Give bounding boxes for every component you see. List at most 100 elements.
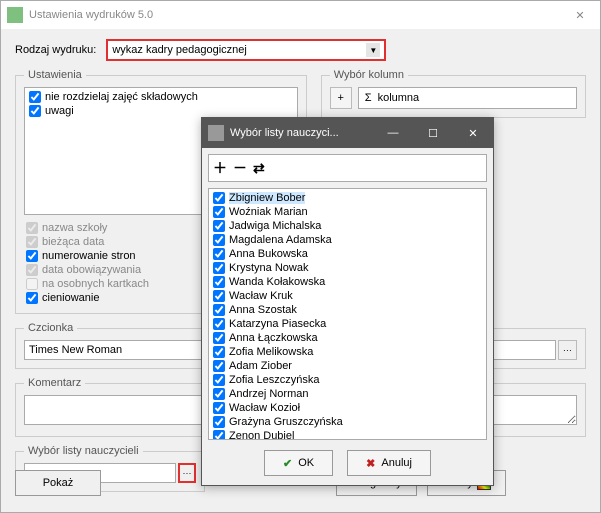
check-label: nazwa szkoły xyxy=(42,222,107,234)
teacher-item[interactable]: Zofia Leszczyńska xyxy=(211,373,484,387)
teacher-checkbox[interactable] xyxy=(213,290,225,302)
teacher-item[interactable]: Woźniak Marian xyxy=(211,205,484,219)
teacher-name: Anna Łączkowska xyxy=(229,332,318,344)
teacher-name: Krystyna Nowak xyxy=(229,262,308,274)
checkbox xyxy=(26,236,38,248)
teacher-name: Anna Szostak xyxy=(229,304,297,316)
teacher-name: Adam Ziober xyxy=(229,360,292,372)
teacher-item[interactable]: Magdalena Adamska xyxy=(211,233,484,247)
teacher-name: Zenon Dubiel xyxy=(229,430,294,440)
teacher-name: Anna Bukowska xyxy=(229,248,308,260)
teacher-name: Grażyna Gruszczyńska xyxy=(229,416,343,428)
teacher-item[interactable]: Jadwiga Michalska xyxy=(211,219,484,233)
teacher-checkbox[interactable] xyxy=(213,402,225,414)
settings-upper-item[interactable]: nie rozdzielaj zajęć składowych xyxy=(27,90,295,104)
main-titlebar: Ustawienia wydruków 5.0 ✕ xyxy=(1,1,600,29)
teacher-name: Zofia Leszczyńska xyxy=(229,374,319,386)
cancel-icon: ✖ xyxy=(366,457,375,470)
teacher-checkbox[interactable] xyxy=(213,262,225,274)
teacher-name: Wanda Kołakowska xyxy=(229,276,325,288)
teacher-name: Magdalena Adamska xyxy=(229,234,332,246)
teacher-item[interactable]: Zenon Dubiel xyxy=(211,429,484,440)
teacher-item[interactable]: Wacław Kozioł xyxy=(211,401,484,415)
teacher-list-dialog: Wybór listy nauczyci... — ☐ ✕ ＋ － ⇄ Zbig… xyxy=(201,117,494,486)
dialog-maximize-button[interactable]: ☐ xyxy=(413,119,453,147)
teacher-checkbox[interactable] xyxy=(213,388,225,400)
teacher-checklist[interactable]: Zbigniew Bober Woźniak Marian Jadwiga Mich… xyxy=(208,188,487,440)
teacher-item[interactable]: Grażyna Gruszczyńska xyxy=(211,415,484,429)
columns-group: Wybór kolumn + Σ kolumna xyxy=(321,69,586,118)
chevron-down-icon: ▼ xyxy=(366,43,380,57)
font-browse-button[interactable]: ··· xyxy=(558,340,577,360)
teacher-checkbox[interactable] xyxy=(213,206,225,218)
settings-upper-item[interactable]: uwagi xyxy=(27,104,295,118)
teacher-checkbox[interactable] xyxy=(213,374,225,386)
teacher-checkbox[interactable] xyxy=(213,220,225,232)
teacher-item[interactable]: Anna Szostak xyxy=(211,303,484,317)
teacher-checkbox[interactable] xyxy=(213,360,225,372)
teacher-checkbox[interactable] xyxy=(213,276,225,288)
teacher-name: Jadwiga Michalska xyxy=(229,220,321,232)
teacher-checkbox[interactable] xyxy=(213,318,225,330)
teacher-item[interactable]: Katarzyna Piasecka xyxy=(211,317,484,331)
teacher-item[interactable]: Anna Łączkowska xyxy=(211,331,484,345)
show-button[interactable]: Pokaż xyxy=(15,470,101,496)
teacher-item[interactable]: Andrzej Norman xyxy=(211,387,484,401)
teacher-checkbox[interactable] xyxy=(213,332,225,344)
main-title: Ustawienia wydruków 5.0 xyxy=(29,9,153,21)
teacher-checkbox[interactable] xyxy=(213,234,225,246)
app-icon xyxy=(7,7,23,23)
teacher-name: Wacław Kruk xyxy=(229,290,293,302)
teacher-name: Andrzej Norman xyxy=(229,388,308,400)
invert-selection-button[interactable]: ⇄ xyxy=(253,160,265,177)
teacher-name: Zofia Melikowska xyxy=(229,346,313,358)
teacher-checkbox[interactable] xyxy=(213,304,225,316)
check-icon: ✔ xyxy=(283,457,292,470)
checkbox[interactable] xyxy=(26,292,38,304)
teacher-item[interactable]: Wanda Kołakowska xyxy=(211,275,484,289)
dialog-icon xyxy=(208,125,224,141)
check-label: bieżąca data xyxy=(42,236,104,248)
checkbox xyxy=(26,222,38,234)
teacher-name: Woźniak Marian xyxy=(229,206,308,218)
dialog-minimize-button[interactable]: — xyxy=(373,119,413,147)
select-all-button[interactable]: ＋ xyxy=(213,158,227,178)
teacher-checkbox[interactable] xyxy=(213,346,225,358)
checkbox xyxy=(26,278,38,290)
close-button[interactable]: ✕ xyxy=(560,1,600,29)
settings-legend: Ustawienia xyxy=(24,69,86,81)
add-column-button[interactable]: + xyxy=(330,87,352,109)
checkbox xyxy=(26,264,38,276)
dialog-title: Wybór listy nauczyci... xyxy=(230,127,339,139)
teacher-item[interactable]: Zofia Melikowska xyxy=(211,345,484,359)
checkbox[interactable] xyxy=(26,250,38,262)
teacher-item[interactable]: Wacław Kruk xyxy=(211,289,484,303)
deselect-all-button[interactable]: － xyxy=(233,158,247,178)
teacher-item[interactable]: Zbigniew Bober xyxy=(211,191,484,205)
teacher-item[interactable]: Anna Bukowska xyxy=(211,247,484,261)
cancel-button[interactable]: ✖Anuluj xyxy=(347,450,431,476)
ok-button[interactable]: ✔OK xyxy=(264,450,333,476)
printout-type-combo[interactable]: wykaz kadry pedagogicznej ▼ xyxy=(106,39,386,61)
columns-legend: Wybór kolumn xyxy=(330,69,408,81)
teacher-name: Zbigniew Bober xyxy=(229,192,305,204)
dialog-titlebar: Wybór listy nauczyci... — ☐ ✕ xyxy=(202,118,493,148)
font-legend: Czcionka xyxy=(24,322,77,334)
teacher-checkbox[interactable] xyxy=(213,192,225,204)
check-label: uwagi xyxy=(45,105,74,117)
check-label: nie rozdzielaj zajęć składowych xyxy=(45,91,198,103)
comment-legend: Komentarz xyxy=(24,377,85,389)
teacher-checkbox[interactable] xyxy=(213,416,225,428)
teacher-checkbox[interactable] xyxy=(213,430,225,440)
teacher-item[interactable]: Adam Ziober xyxy=(211,359,484,373)
teachers-select-legend: Wybór listy nauczycieli xyxy=(24,445,143,457)
teacher-item[interactable]: Krystyna Nowak xyxy=(211,261,484,275)
column-label: kolumna xyxy=(378,92,420,104)
checkbox[interactable] xyxy=(29,105,41,117)
checkbox[interactable] xyxy=(29,91,41,103)
teacher-checkbox[interactable] xyxy=(213,248,225,260)
check-label: na osobnych kartkach xyxy=(42,278,149,290)
column-selector[interactable]: Σ kolumna xyxy=(358,87,577,109)
dialog-close-button[interactable]: ✕ xyxy=(453,119,493,147)
printout-type-label: Rodzaj wydruku: xyxy=(15,44,96,56)
